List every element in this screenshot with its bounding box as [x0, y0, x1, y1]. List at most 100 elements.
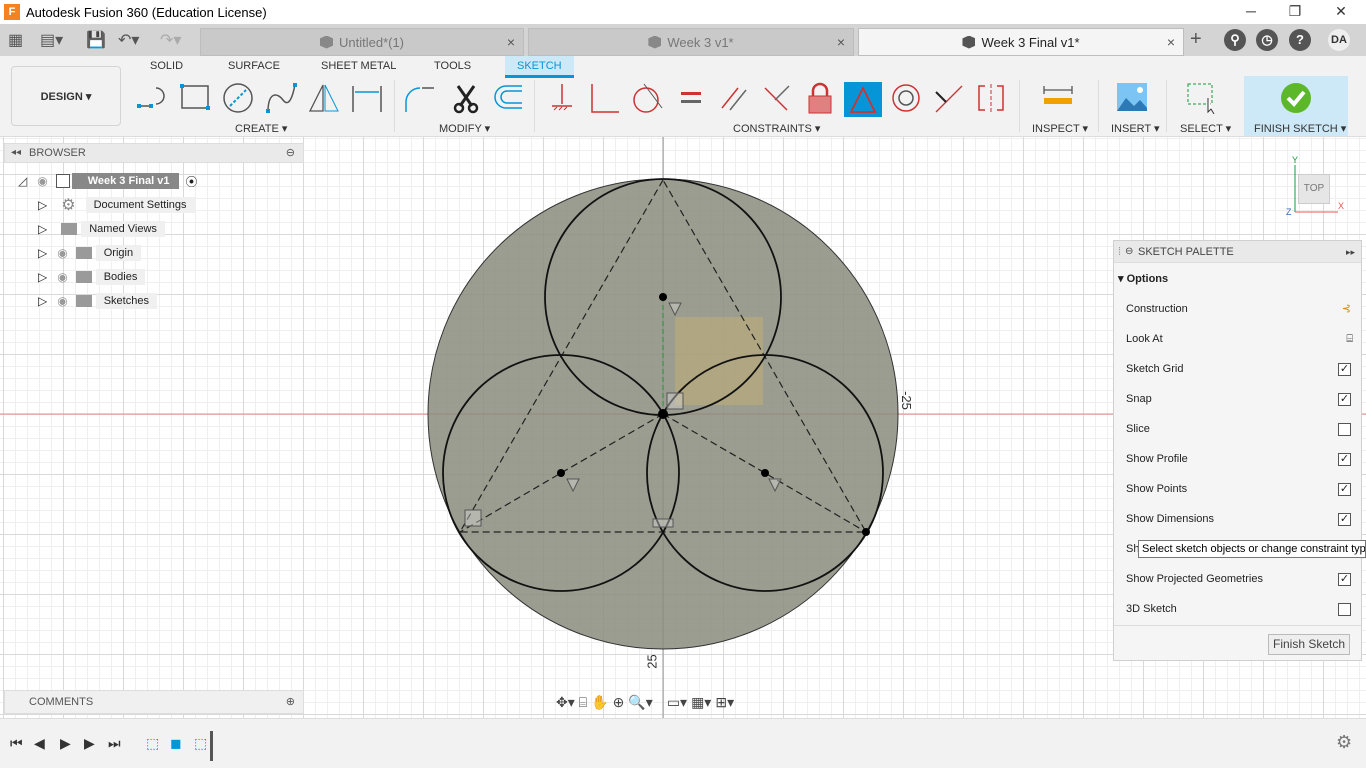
checkbox[interactable]: ✓ — [1338, 513, 1351, 526]
select-window-icon[interactable] — [1186, 82, 1218, 114]
browser-root[interactable]: ◿ ◉ Week 3 Final v1 ⦿ — [18, 171, 197, 191]
line-icon[interactable] — [136, 82, 168, 114]
timeline-marker[interactable] — [210, 731, 213, 761]
select-menu[interactable]: SELECT ▾ — [1180, 122, 1231, 135]
palette-finish-sketch-button[interactable]: Finish Sketch — [1268, 634, 1350, 655]
display-settings-icon[interactable]: ▭▾ — [667, 694, 687, 711]
close-tab-icon[interactable]: × — [1167, 34, 1175, 50]
job-status-icon[interactable]: ◷ — [1256, 29, 1278, 51]
section-collapse-icon[interactable]: ▾ — [1118, 273, 1127, 285]
browser-item[interactable]: ▷ Named Views — [38, 219, 165, 239]
dimension-icon[interactable] — [351, 82, 383, 114]
option-show-projected-geometries[interactable]: Show Projected Geometries ✓ — [1126, 569, 1351, 589]
workspace-switcher[interactable]: DESIGN ▾ — [11, 66, 121, 126]
close-tab-icon[interactable]: × — [837, 34, 845, 50]
browser-item[interactable]: ▷ ⚙ Document Settings — [38, 195, 195, 215]
option-snap[interactable]: Snap ✓ — [1126, 389, 1351, 409]
expand-icon[interactable]: ▷ — [38, 222, 47, 236]
viewcube[interactable]: TOP — [1290, 168, 1336, 210]
doc-tab[interactable]: Untitled*(1) × — [200, 28, 524, 56]
visibility-eye-icon[interactable]: ◉ — [57, 246, 67, 260]
comments-panel[interactable]: COMMENTS ⊕ — [4, 690, 304, 714]
visibility-eye-icon[interactable]: ◉ — [57, 270, 67, 284]
drag-handle-icon[interactable]: ⁞ — [1118, 241, 1121, 263]
fix-lock-icon[interactable] — [804, 82, 836, 114]
option-slice[interactable]: Slice — [1126, 419, 1351, 439]
extensions-icon[interactable]: ⚲ — [1224, 29, 1246, 51]
constraints-menu[interactable]: CONSTRAINTS ▾ — [733, 122, 820, 135]
dimension-label[interactable]: -25 — [899, 391, 914, 410]
look-at-icon[interactable]: ⌸ — [579, 694, 587, 711]
expand-icon[interactable]: ▷ — [38, 270, 47, 284]
offset-icon[interactable] — [492, 82, 524, 114]
zoom-window-icon[interactable]: 🔍▾ — [628, 694, 652, 711]
checkbox[interactable]: ✓ — [1338, 573, 1351, 586]
options-section[interactable]: ▾ Options — [1118, 269, 1343, 289]
go-to-end-icon[interactable]: ⏭ — [108, 735, 121, 752]
circle-icon[interactable] — [222, 82, 254, 114]
parallel-icon[interactable] — [718, 82, 750, 114]
option-show-profile[interactable]: Show Profile ✓ — [1126, 449, 1351, 469]
expand-icon[interactable]: ▷ — [38, 246, 47, 260]
expand-icon[interactable]: ▷ — [38, 294, 47, 308]
midpoint-icon[interactable] — [932, 82, 964, 114]
file-icon[interactable]: ▤▾ — [40, 30, 63, 50]
tab-tools[interactable]: TOOLS — [434, 60, 471, 72]
perpendicular-icon[interactable] — [761, 82, 793, 114]
grid-settings-icon[interactable]: ▦▾ — [691, 694, 711, 711]
minimize-button[interactable]: ─ — [1228, 0, 1274, 24]
equal-icon[interactable] — [675, 82, 707, 114]
doc-tab-active[interactable]: Week 3 Final v1* × — [858, 28, 1184, 56]
step-back-icon[interactable]: ◀ — [34, 735, 45, 752]
trim-scissors-icon[interactable] — [450, 82, 482, 114]
rectangle-icon[interactable] — [179, 82, 211, 114]
zoom-icon[interactable]: ⊕ — [613, 694, 625, 711]
option-construction[interactable]: Construction ⊰ — [1126, 299, 1351, 319]
symmetry-icon[interactable] — [975, 82, 1007, 114]
tab-solid[interactable]: SOLID — [150, 60, 183, 72]
tab-sketch[interactable]: SKETCH — [505, 56, 574, 78]
close-tab-icon[interactable]: × — [507, 34, 515, 50]
browser-item[interactable]: ▷ ◉ Bodies — [38, 267, 146, 287]
collapse-icon[interactable]: ◂◂ — [11, 144, 21, 162]
inspect-menu[interactable]: INSPECT ▾ — [1032, 122, 1088, 135]
timeline-sketch-feature-icon[interactable]: ⬚ — [194, 735, 207, 752]
collinear-icon[interactable] — [589, 82, 621, 114]
user-avatar[interactable]: DA — [1328, 29, 1350, 51]
palette-header[interactable]: ⁞ ⊖ SKETCH PALETTE ▸▸ — [1114, 241, 1361, 263]
go-to-start-icon[interactable]: ⏮ — [10, 735, 23, 752]
insert-image-icon[interactable] — [1116, 82, 1148, 114]
option-look-at[interactable]: Look At ⌸ — [1126, 329, 1353, 349]
play-icon[interactable]: ▶ — [60, 735, 71, 752]
timeline-sketch-feature-icon[interactable]: ⬚ — [146, 735, 159, 752]
browser-item[interactable]: ▷ ◉ Sketches — [38, 291, 157, 311]
new-tab-icon[interactable]: + — [1190, 28, 1202, 51]
mirror-icon[interactable] — [308, 82, 340, 114]
orbit-icon[interactable]: ✥▾ — [556, 694, 575, 711]
spline-icon[interactable] — [265, 82, 297, 114]
browser-panel-header[interactable]: ◂◂ BROWSER ⊖ — [4, 143, 304, 163]
minimize-panel-icon[interactable]: ⊖ — [286, 144, 295, 162]
checkbox[interactable]: ✓ — [1338, 453, 1351, 466]
midpoint-constraint-button[interactable] — [844, 82, 882, 117]
save-icon[interactable]: 💾 — [86, 30, 106, 50]
look-at-icon[interactable]: ⌸ — [1346, 329, 1353, 349]
checkbox[interactable]: ✓ — [1338, 363, 1351, 376]
modify-menu[interactable]: MODIFY ▾ — [439, 122, 490, 135]
timeline-extrude-feature-icon[interactable]: ◼ — [170, 735, 182, 752]
pan-hand-icon[interactable]: ✋ — [591, 694, 608, 711]
settings-gear-icon[interactable]: ⚙ — [1336, 732, 1352, 753]
option-3d-sketch[interactable]: 3D Sketch — [1126, 599, 1351, 619]
visibility-eye-icon[interactable]: ◉ — [57, 294, 67, 308]
tab-sheet-metal[interactable]: SHEET METAL — [321, 60, 396, 72]
checkbox[interactable] — [1338, 423, 1351, 436]
expand-panel-icon[interactable]: ▸▸ — [1346, 241, 1355, 263]
fillet-icon[interactable] — [404, 82, 436, 114]
coincident-icon[interactable] — [546, 82, 578, 114]
viewcube-top-face[interactable]: TOP — [1298, 174, 1330, 204]
step-forward-icon[interactable]: ▶ — [84, 735, 95, 752]
redo-icon[interactable]: ↷▾ — [160, 30, 181, 50]
expand-icon[interactable]: ▷ — [38, 198, 47, 212]
create-menu[interactable]: CREATE ▾ — [235, 122, 287, 135]
active-radio-icon[interactable]: ⦿ — [185, 173, 197, 190]
